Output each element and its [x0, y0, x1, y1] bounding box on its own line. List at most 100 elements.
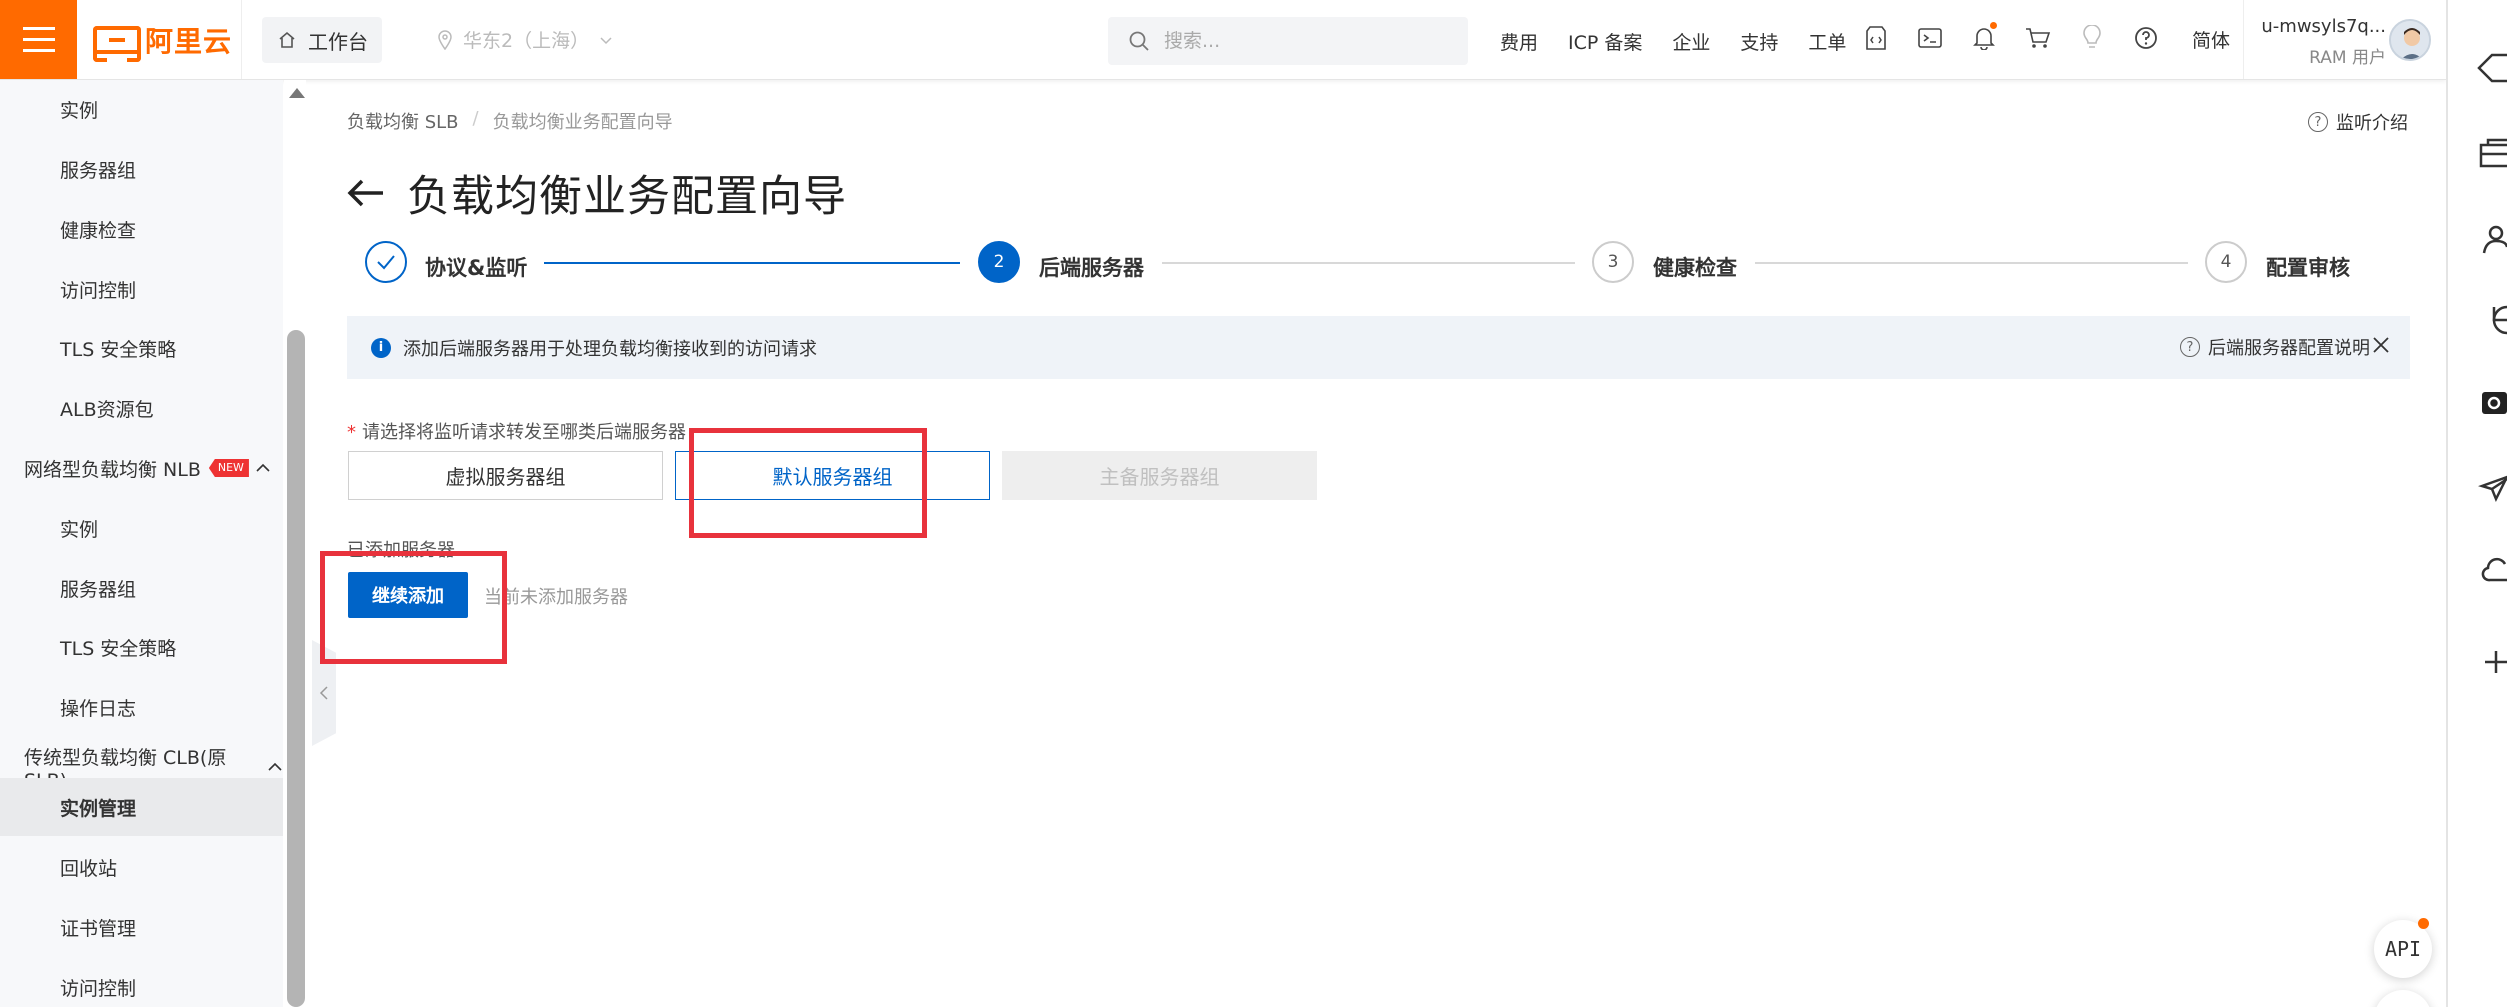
language-switcher[interactable]: 简体	[2192, 26, 2230, 53]
sidebar-item-nlb-server-groups[interactable]: 服务器组	[0, 559, 283, 617]
sidebar-item-label: 服务器组	[60, 578, 137, 601]
sidebar-item-alb-health-check[interactable]: 健康检查	[0, 200, 283, 258]
close-icon[interactable]	[2370, 334, 2394, 358]
sidebar-item-clb-access-control[interactable]: 访问控制	[0, 958, 283, 1007]
back-arrow-icon[interactable]	[347, 178, 385, 208]
server-type-prompt: * 请选择将监听请求转发至哪类后端服务器	[347, 418, 686, 444]
sidebar-item-alb-instances[interactable]: 实例	[0, 80, 283, 138]
step-3-number: 3	[1607, 252, 1619, 272]
sidebar-item-alb-server-groups[interactable]: 服务器组	[0, 140, 283, 198]
breadcrumb-separator: /	[472, 108, 479, 129]
scroll-up-arrow-icon[interactable]	[289, 88, 305, 98]
option-label: 主备服务器组	[1099, 465, 1220, 489]
sidebar-item-label: 健康检查	[60, 219, 137, 242]
sidebar-group-label: 网络型负载均衡 NLB	[24, 458, 201, 481]
option-label: 默认服务器组	[772, 465, 893, 489]
outlook-icon[interactable]	[2476, 383, 2507, 423]
nav-link-support[interactable]: 支持	[1740, 28, 1778, 55]
workbench-button[interactable]: 工作台	[262, 17, 382, 63]
step-3-label: 健康检查	[1653, 256, 1737, 280]
required-marker: *	[347, 422, 356, 443]
step-2-number: 2	[993, 252, 1005, 272]
info-icon: i	[371, 337, 391, 358]
sidebar-item-label: 操作日志	[60, 697, 137, 720]
listener-intro-label: 监听介绍	[2336, 113, 2408, 134]
breadcrumb-current: 负载均衡业务配置向导	[492, 112, 673, 133]
sidebar-item-alb-resource-pack[interactable]: ALB资源包	[0, 379, 283, 437]
checkmark-icon	[377, 255, 395, 270]
workbench-label: 工作台	[308, 29, 368, 54]
step-connector-2	[1162, 262, 1575, 264]
menu-icon[interactable]	[0, 0, 77, 79]
added-servers-label: 已添加服务器	[347, 540, 455, 561]
pie-chart-icon[interactable]	[2476, 300, 2507, 340]
sidebar-item-alb-tls-policy[interactable]: TLS 安全策略	[0, 319, 283, 377]
sidebar-item-label: 回收站	[60, 857, 118, 880]
chevron-left-icon	[319, 686, 328, 700]
search-box[interactable]	[1108, 17, 1468, 65]
chevron-up-icon	[255, 463, 271, 473]
sidebar-item-clb-instances[interactable]: 实例管理	[0, 778, 283, 836]
briefcase-icon[interactable]	[2476, 133, 2507, 173]
send-icon[interactable]	[2476, 466, 2507, 506]
avatar[interactable]	[2389, 19, 2431, 61]
sidebar-item-nlb-instances[interactable]: 实例	[0, 499, 283, 557]
lightbulb-icon[interactable]	[2078, 24, 2106, 52]
step-4-label: 配置审核	[2266, 256, 2350, 280]
app-root: 阿里云 工作台 华东2（上海） 搜索... 费用 ICP 备案 企业 支持 工单…	[0, 0, 2507, 1007]
location-pin-icon	[438, 29, 452, 50]
question-circle-icon: ?	[2308, 112, 2328, 132]
virtual-server-group-option[interactable]: 虚拟服务器组	[348, 451, 663, 500]
cart-icon[interactable]	[2024, 24, 2052, 52]
listener-intro-link[interactable]: ? 监听介绍	[2308, 109, 2408, 135]
nav-link-ticket[interactable]: 工单	[1808, 28, 1846, 55]
developer-tools-icon[interactable]	[1862, 24, 1890, 52]
page-title: 负载均衡业务配置向导	[407, 172, 847, 222]
step-2-label: 后端服务器	[1039, 256, 1144, 280]
new-badge: NEW	[208, 459, 249, 477]
sidebar-item-alb-access-control[interactable]: 访问控制	[0, 260, 283, 318]
people-icon[interactable]	[2476, 220, 2507, 260]
nav-link-enterprise[interactable]: 企业	[1672, 28, 1710, 55]
region-selector[interactable]: 华东2（上海）	[437, 26, 613, 53]
sidebar-item-clb-recycle-bin[interactable]: 回收站	[0, 838, 283, 896]
nav-link-fees[interactable]: 费用	[1500, 28, 1538, 55]
sidebar-item-clb-certificates[interactable]: 证书管理	[0, 898, 283, 956]
continue-add-button[interactable]: 继续添加	[348, 572, 468, 618]
sidebar-group-nlb[interactable]: 网络型负载均衡 NLB NEW	[0, 439, 283, 497]
step-1-label: 协议&监听	[425, 256, 528, 280]
logo-text: 阿里云	[145, 25, 233, 58]
aliyun-logo[interactable]: 阿里云	[93, 22, 233, 62]
notification-bell-icon[interactable]	[1970, 22, 1998, 52]
default-server-group-option[interactable]: 默认服务器组	[675, 451, 990, 500]
terminal-icon[interactable]	[1916, 24, 1944, 52]
help-icon[interactable]	[2132, 24, 2160, 52]
user-info[interactable]: u-mwsyls7q... RAM 用户	[2256, 16, 2386, 68]
info-message: 添加后端服务器用于处理负载均衡接收到的访问请求	[403, 338, 817, 360]
search-input[interactable]	[1164, 30, 1444, 52]
user-name: u-mwsyls7q...	[2261, 16, 2386, 37]
step-2-circle: 2	[978, 241, 1020, 283]
chevron-up-icon	[267, 762, 283, 772]
floating-helper-button[interactable]	[2374, 990, 2432, 1007]
sidebar-item-nlb-operation-log[interactable]: 操作日志	[0, 678, 283, 736]
sidebar-item-label: 实例	[60, 99, 99, 122]
backend-config-help-link[interactable]: ? 后端服务器配置说明	[2180, 334, 2370, 360]
sidebar-scroll-thumb[interactable]	[287, 330, 305, 1007]
info-alert: i 添加后端服务器用于处理负载均衡接收到的访问请求	[347, 316, 2410, 379]
nav-link-icp[interactable]: ICP 备案	[1568, 28, 1642, 55]
step-4-number: 4	[2220, 252, 2232, 272]
master-slave-server-group-option: 主备服务器组	[1002, 451, 1317, 500]
tag-icon[interactable]	[2476, 48, 2507, 88]
api-notification-dot	[2418, 918, 2429, 929]
sidebar: 实例 服务器组 健康检查 访问控制 TLS 安全策略 ALB资源包 网络型负载均…	[0, 80, 283, 1007]
aliyun-logo-icon	[93, 26, 141, 62]
sidebar-item-label: 访问控制	[60, 279, 137, 302]
breadcrumb-root[interactable]: 负载均衡 SLB	[347, 108, 459, 134]
sidebar-collapse-toggle[interactable]	[312, 640, 336, 746]
chevron-down-icon	[600, 36, 612, 44]
cloud-icon[interactable]	[2476, 551, 2507, 591]
sidebar-item-nlb-tls-policy[interactable]: TLS 安全策略	[0, 618, 283, 676]
plus-icon[interactable]	[2476, 642, 2507, 682]
step-connector-3	[1755, 262, 2188, 264]
